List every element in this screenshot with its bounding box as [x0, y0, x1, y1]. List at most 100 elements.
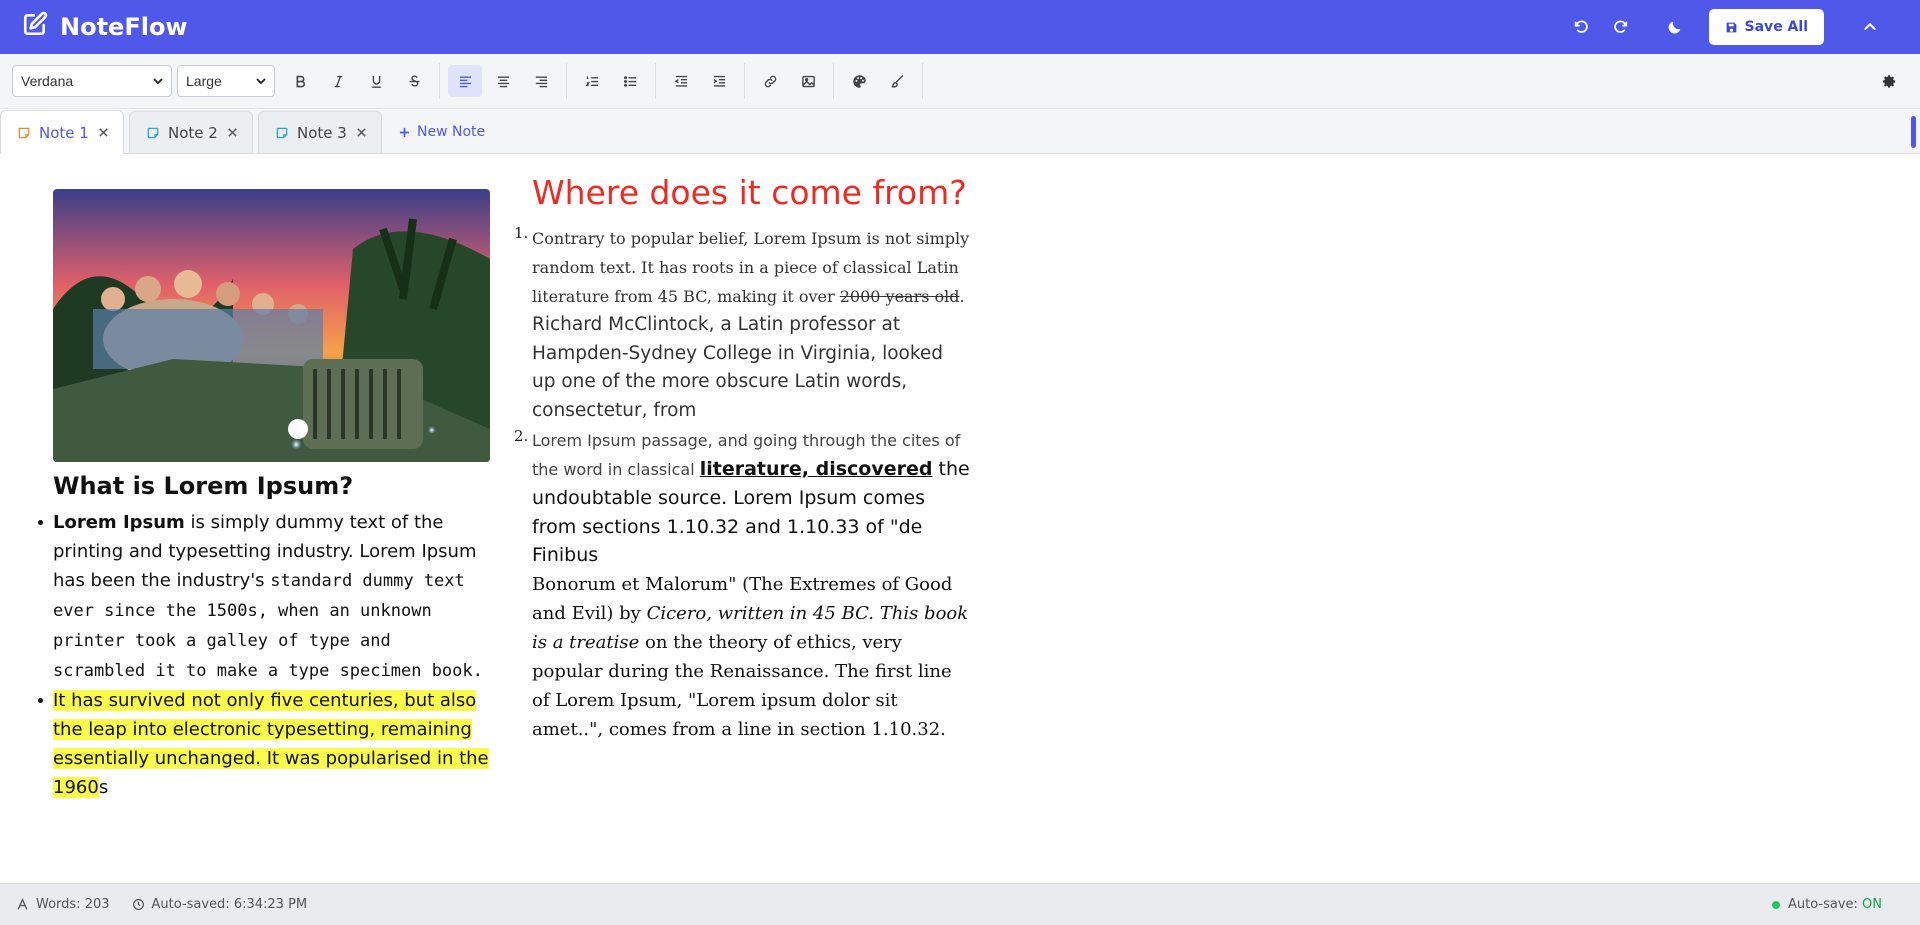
image-icon: [801, 75, 815, 87]
bold-underline-text: literature, discovered: [699, 458, 933, 480]
word-count: Words: 203: [16, 897, 110, 912]
list-item-text: s: [98, 777, 109, 798]
gear-icon: [1882, 74, 1895, 88]
sticky-note-icon: [147, 127, 159, 138]
undo-icon: [1574, 20, 1588, 33]
settings-button[interactable]: [1872, 65, 1906, 97]
edit-note-icon: [22, 11, 48, 43]
insert-link-button[interactable]: [753, 65, 787, 97]
ordered-list-button[interactable]: [575, 65, 609, 97]
outdent-button[interactable]: [664, 65, 698, 97]
app-brand: NoteFlow: [22, 11, 188, 43]
bullet-list-icon: [623, 75, 636, 87]
plus-icon: [399, 127, 410, 137]
chevron-down-icon: [256, 78, 266, 85]
highlighted-text: It has survived not only five centuries,…: [53, 690, 489, 798]
align-right-icon: [535, 75, 547, 87]
italic-button[interactable]: [321, 65, 355, 97]
editor-area[interactable]: What is Lorem Ipsum? Lorem Ipsum is simp…: [0, 155, 1920, 883]
new-note-button[interactable]: New Note: [387, 111, 497, 153]
list-item: Lorem Ipsum is simply dummy text of the …: [38, 508, 491, 686]
sticky-note-icon: [18, 127, 30, 138]
word-count-text: Words: 203: [36, 897, 110, 912]
autosave-state: ON: [1862, 897, 1882, 912]
dark-mode-button[interactable]: [1655, 9, 1695, 45]
tab-label: Note 2: [168, 123, 218, 142]
list-group: [567, 63, 656, 99]
bullet-list-button[interactable]: [613, 65, 647, 97]
list-number: 1.: [514, 224, 529, 242]
align-right-button[interactable]: [524, 65, 558, 97]
bold-icon: [296, 75, 305, 87]
tab-note-1[interactable]: Note 1: [0, 110, 124, 154]
font-size-value: Large: [186, 73, 222, 89]
font-icon: [17, 898, 28, 910]
right-column: Where does it come from? 1. Contrary to …: [514, 173, 972, 744]
left-column: What is Lorem Ipsum? Lorem Ipsum is simp…: [38, 189, 491, 802]
strikethrough-button[interactable]: [397, 65, 431, 97]
underline-icon: [371, 75, 381, 88]
underline-button[interactable]: [359, 65, 393, 97]
close-icon[interactable]: [356, 127, 367, 138]
tabs-scrollbar[interactable]: [1911, 116, 1916, 148]
font-family-select[interactable]: Verdana: [12, 65, 172, 97]
close-icon[interactable]: [227, 127, 238, 138]
text-color-button[interactable]: [842, 65, 876, 97]
main-heading: Where does it come from?: [532, 173, 967, 212]
bullet-list: Lorem Ipsum is simply dummy text of the …: [38, 508, 491, 802]
numbered-list: 1. Contrary to popular belief, Lorem Ips…: [514, 224, 972, 744]
period-text: .: [959, 287, 965, 306]
list-item: 2. Lorem Ipsum passage, and going throug…: [514, 427, 972, 744]
bold-button[interactable]: [283, 65, 317, 97]
strikethrough-text: 2000 years old: [839, 287, 960, 306]
sticky-note-icon: [276, 127, 288, 138]
bold-text: Lorem Ipsum: [53, 512, 185, 533]
italic-icon: [334, 75, 342, 87]
tab-note-2[interactable]: Note 2: [129, 111, 253, 153]
save-all-label: Save All: [1744, 19, 1808, 35]
align-center-button[interactable]: [486, 65, 520, 97]
save-all-button[interactable]: Save All: [1708, 9, 1824, 45]
undo-button[interactable]: [1561, 9, 1601, 45]
app-title: NoteFlow: [60, 13, 188, 41]
indent-icon: [713, 75, 725, 87]
chevron-down-icon: [153, 78, 163, 85]
status-dot-icon: [1771, 900, 1780, 909]
new-note-label: New Note: [417, 124, 486, 140]
autosaved-text: Auto-saved: 6:34:23 PM: [151, 897, 308, 912]
insert-image-button[interactable]: [791, 65, 825, 97]
redo-icon: [1613, 20, 1627, 33]
insert-group: [745, 63, 834, 99]
format-toolbar: Verdana Large: [0, 54, 1920, 109]
outdent-icon: [674, 75, 687, 87]
redo-button[interactable]: [1601, 9, 1641, 45]
ordered-list-icon: [585, 76, 598, 86]
tab-label: Note 3: [297, 123, 347, 142]
tab-label: Note 1: [39, 123, 89, 142]
status-bar: Words: 203 Auto-saved: 6:34:23 PM Auto-s…: [0, 883, 1920, 925]
indent-button[interactable]: [702, 65, 736, 97]
color-group: [834, 63, 923, 99]
list-item: It has survived not only five centuries,…: [38, 686, 491, 802]
clock-icon: [132, 899, 144, 910]
section-heading: What is Lorem Ipsum?: [53, 472, 354, 500]
strikethrough-icon: [409, 74, 419, 86]
collapse-button[interactable]: [1850, 9, 1890, 45]
indent-group: [656, 63, 745, 99]
moon-icon: [1668, 21, 1680, 34]
align-left-icon: [459, 75, 471, 87]
text-style-group: [275, 63, 440, 99]
tab-note-3[interactable]: Note 3: [258, 111, 382, 153]
autosave-toggle[interactable]: Auto-save: ON: [1771, 897, 1882, 912]
link-icon: [764, 75, 776, 87]
align-left-button[interactable]: [448, 65, 482, 97]
alignment-group: [440, 63, 567, 99]
list-item: 1. Contrary to popular belief, Lorem Ips…: [514, 224, 972, 425]
highlight-button[interactable]: [880, 65, 914, 97]
align-center-icon: [497, 75, 509, 87]
font-family-value: Verdana: [21, 73, 74, 89]
jungle-ride-photo: [53, 189, 490, 462]
font-size-select[interactable]: Large: [177, 65, 275, 97]
note-tabs: Note 1 Note 2 Note 3 New Note: [0, 110, 1920, 154]
close-icon[interactable]: [98, 127, 109, 138]
